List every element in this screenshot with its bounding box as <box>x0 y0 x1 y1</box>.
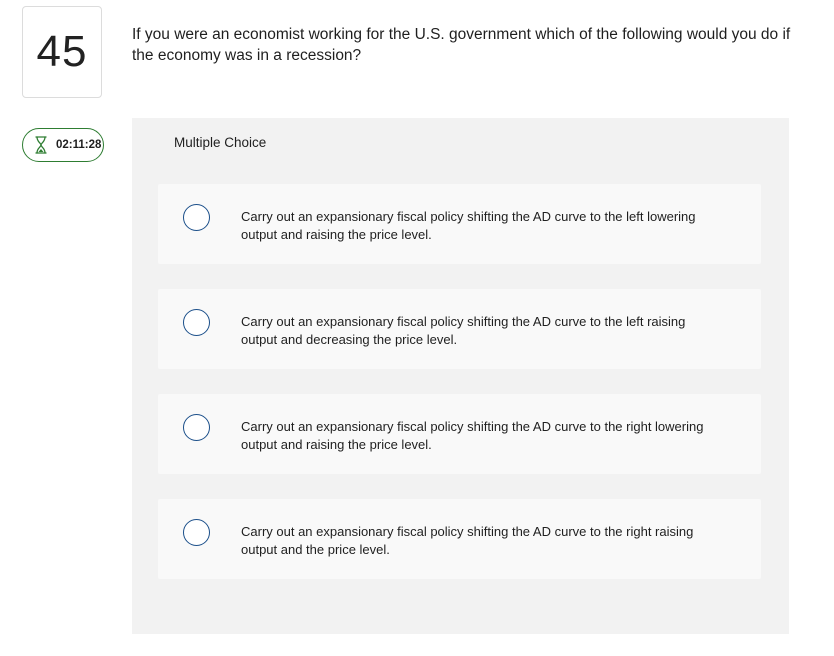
hourglass-icon <box>35 136 47 154</box>
timer-badge: 02:11:28 <box>22 128 104 162</box>
answer-choice-text: Carry out an expansionary fiscal policy … <box>241 419 704 452</box>
radio-button[interactable] <box>183 414 210 441</box>
question-text: If you were an economist working for the… <box>132 26 791 64</box>
answer-choice-text: Carry out an expansionary fiscal policy … <box>241 524 694 557</box>
question-number: 45 <box>36 27 88 76</box>
answer-panel: Multiple Choice Carry out an expansionar… <box>132 118 789 634</box>
timer-value: 02:11:28 <box>56 139 102 151</box>
radio-button[interactable] <box>183 204 210 231</box>
answer-choice-text: Carry out an expansionary fiscal policy … <box>241 314 686 347</box>
answer-choice-2[interactable]: Carry out an expansionary fiscal policy … <box>158 289 761 369</box>
answer-choice-4[interactable]: Carry out an expansionary fiscal policy … <box>158 499 761 579</box>
radio-button[interactable] <box>183 519 210 546</box>
radio-button[interactable] <box>183 309 210 336</box>
answer-choice-3[interactable]: Carry out an expansionary fiscal policy … <box>158 394 761 474</box>
question-type-label: Multiple Choice <box>174 135 267 150</box>
question-number-box: 45 <box>22 6 102 98</box>
answer-choice-text: Carry out an expansionary fiscal policy … <box>241 209 696 242</box>
answer-choice-1[interactable]: Carry out an expansionary fiscal policy … <box>158 184 761 264</box>
